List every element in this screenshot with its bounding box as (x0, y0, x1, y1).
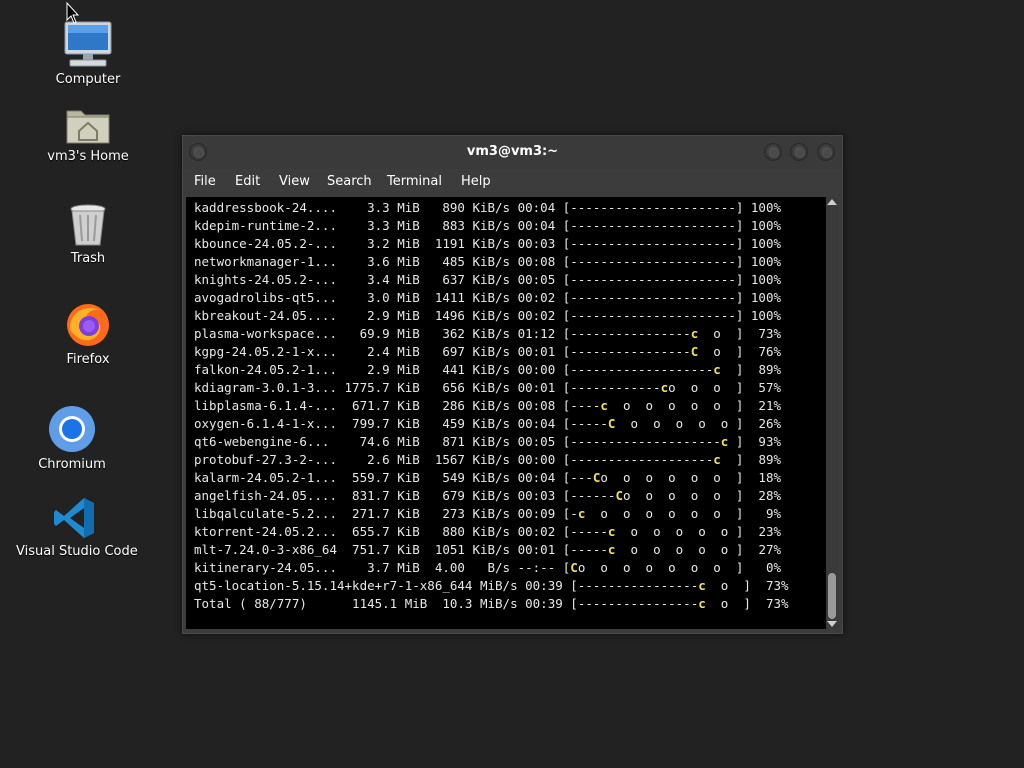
menu-file[interactable]: File (194, 174, 216, 189)
pacman-progress-glyph: c (690, 326, 699, 341)
pacman-progress-glyph: c (698, 578, 706, 593)
menu-search[interactable]: Search (327, 174, 372, 189)
terminal-line: ktorrent-24.05.2... 655.7 KiB 880 KiB/s … (194, 524, 782, 539)
desktop-icon-label: Chromium (38, 457, 106, 472)
mouse-cursor-icon (66, 2, 80, 24)
window-title: vm3@vm3:~ (466, 144, 559, 159)
desktop: Computer vm3's Home Trash Firefox Chromi… (0, 0, 1024, 768)
terminal-line: qt5-location-5.15.14+kde+r7-1-x86_644 Mi… (194, 578, 789, 593)
terminal-line: qt6-webengine-6... 74.6 MiB 871 KiB/s 00… (194, 434, 782, 449)
terminal-line: libplasma-6.1.4-... 671.7 KiB 286 KiB/s … (194, 398, 782, 413)
terminal-line: kdiagram-3.0.1-3... 1775.7 KiB 656 KiB/s… (194, 380, 782, 395)
desktop-icon-computer[interactable]: Computer (48, 20, 128, 87)
pacman-progress-glyph: c (698, 596, 706, 611)
pacman-progress-glyph: c (720, 434, 729, 449)
scroll-up-arrow-icon[interactable] (827, 199, 837, 205)
desktop-icon-label: Computer (55, 72, 121, 87)
chromium-icon (49, 406, 95, 452)
terminal-line: kgpg-24.05.2-1-x... 2.4 MiB 697 KiB/s 00… (194, 344, 782, 359)
menu-terminal[interactable]: Terminal (387, 174, 442, 189)
pacman-progress-glyph: c (660, 380, 669, 395)
pacman-progress-glyph: C (607, 416, 616, 431)
pacman-progress-glyph: c (600, 398, 608, 413)
home-folder-icon (66, 110, 110, 144)
terminal-line: knights-24.05.2-... 3.4 MiB 637 KiB/s 00… (194, 272, 781, 287)
pacman-progress-glyph: c (607, 524, 616, 539)
trash-icon (70, 204, 106, 246)
terminal-line: libqalculate-5.2... 271.7 KiB 273 KiB/s … (194, 506, 782, 521)
terminal-line: kitinerary-24.05... 3.7 MiB 4.00 B/s --:… (194, 560, 782, 575)
terminal-line: mlt-7.24.0-3-x86_64 751.7 KiB 1051 KiB/s… (194, 542, 782, 557)
terminal-line: falkon-24.05.2-1... 2.9 MiB 441 KiB/s 00… (194, 362, 782, 377)
desktop-icon-label: Firefox (66, 352, 110, 367)
terminal-line: kalarm-24.05.2-1... 559.7 KiB 549 KiB/s … (194, 470, 782, 485)
terminal-window: vm3@vm3:~ File Edit View Search Terminal… (182, 135, 843, 634)
desktop-icon-trash[interactable]: Trash (48, 203, 128, 266)
computer-icon (64, 21, 112, 67)
terminal-line: Total ( 88/777) 1145.1 MiB 10.3 MiB/s 00… (194, 596, 789, 611)
terminal-line: oxygen-6.1.4-1-x... 799.7 KiB 459 KiB/s … (194, 416, 782, 431)
terminal-line: protobuf-27.3-2-... 2.6 MiB 1567 KiB/s 0… (194, 452, 782, 467)
menu-help[interactable]: Help (461, 174, 491, 189)
pacman-progress-glyph: c (713, 452, 721, 467)
window-titlebar[interactable]: vm3@vm3:~ (183, 136, 842, 169)
desktop-icon-vscode[interactable]: Visual Studio Code (16, 496, 138, 559)
terminal-line: plasma-workspace... 69.9 MiB 362 KiB/s 0… (194, 326, 782, 341)
terminal-line: kaddressbook-24.... 3.3 MiB 890 KiB/s 00… (194, 200, 781, 215)
desktop-icon-chromium[interactable]: Chromium (32, 405, 112, 472)
pacman-progress-glyph: c (607, 542, 616, 557)
menu-view[interactable]: View (279, 174, 310, 189)
desktop-icon-firefox[interactable]: Firefox (48, 300, 128, 367)
terminal-line: avogadrolibs-qt5... 3.0 MiB 1411 KiB/s 0… (194, 290, 781, 305)
minimize-button[interactable] (764, 143, 782, 161)
scroll-down-arrow-icon[interactable] (827, 621, 837, 627)
terminal-lines: kaddressbook-24.... 3.3 MiB 890 KiB/s 00… (194, 199, 789, 613)
desktop-icon-label: vm3's Home (47, 149, 129, 164)
desktop-icon-label: Trash (70, 251, 106, 266)
desktop-icon-label: Visual Studio Code (16, 544, 138, 559)
terminal-line: angelfish-24.05.... 831.7 KiB 679 KiB/s … (194, 488, 782, 503)
vscode-icon (54, 498, 94, 538)
pacman-progress-glyph: c (713, 362, 721, 377)
maximize-button[interactable] (790, 143, 808, 161)
pacman-progress-glyph: C (615, 488, 623, 503)
scrollbar-thumb[interactable] (828, 573, 836, 619)
terminal-line: kbounce-24.05.2-... 3.2 MiB 1191 KiB/s 0… (194, 236, 781, 251)
firefox-icon (67, 304, 109, 346)
terminal-output[interactable]: kaddressbook-24.... 3.3 MiB 890 KiB/s 00… (186, 197, 826, 629)
desktop-icon-home[interactable]: vm3's Home (44, 103, 132, 164)
pacman-progress-glyph: c (577, 506, 586, 521)
terminal-line: kdepim-runtime-2... 3.3 MiB 883 KiB/s 00… (194, 218, 781, 233)
close-button[interactable] (817, 143, 835, 161)
pacman-progress-glyph: C (690, 344, 699, 359)
terminal-line: kbreakout-24.05.... 2.9 MiB 1496 KiB/s 0… (194, 308, 781, 323)
terminal-line: networkmanager-1... 3.6 MiB 485 KiB/s 00… (194, 254, 781, 269)
terminal-scrollbar[interactable] (826, 197, 838, 629)
menubar: File Edit View Search Terminal Help (183, 169, 842, 196)
pacman-progress-glyph: C (592, 470, 601, 485)
menu-edit[interactable]: Edit (235, 174, 260, 189)
pacman-progress-glyph: C (570, 560, 578, 575)
